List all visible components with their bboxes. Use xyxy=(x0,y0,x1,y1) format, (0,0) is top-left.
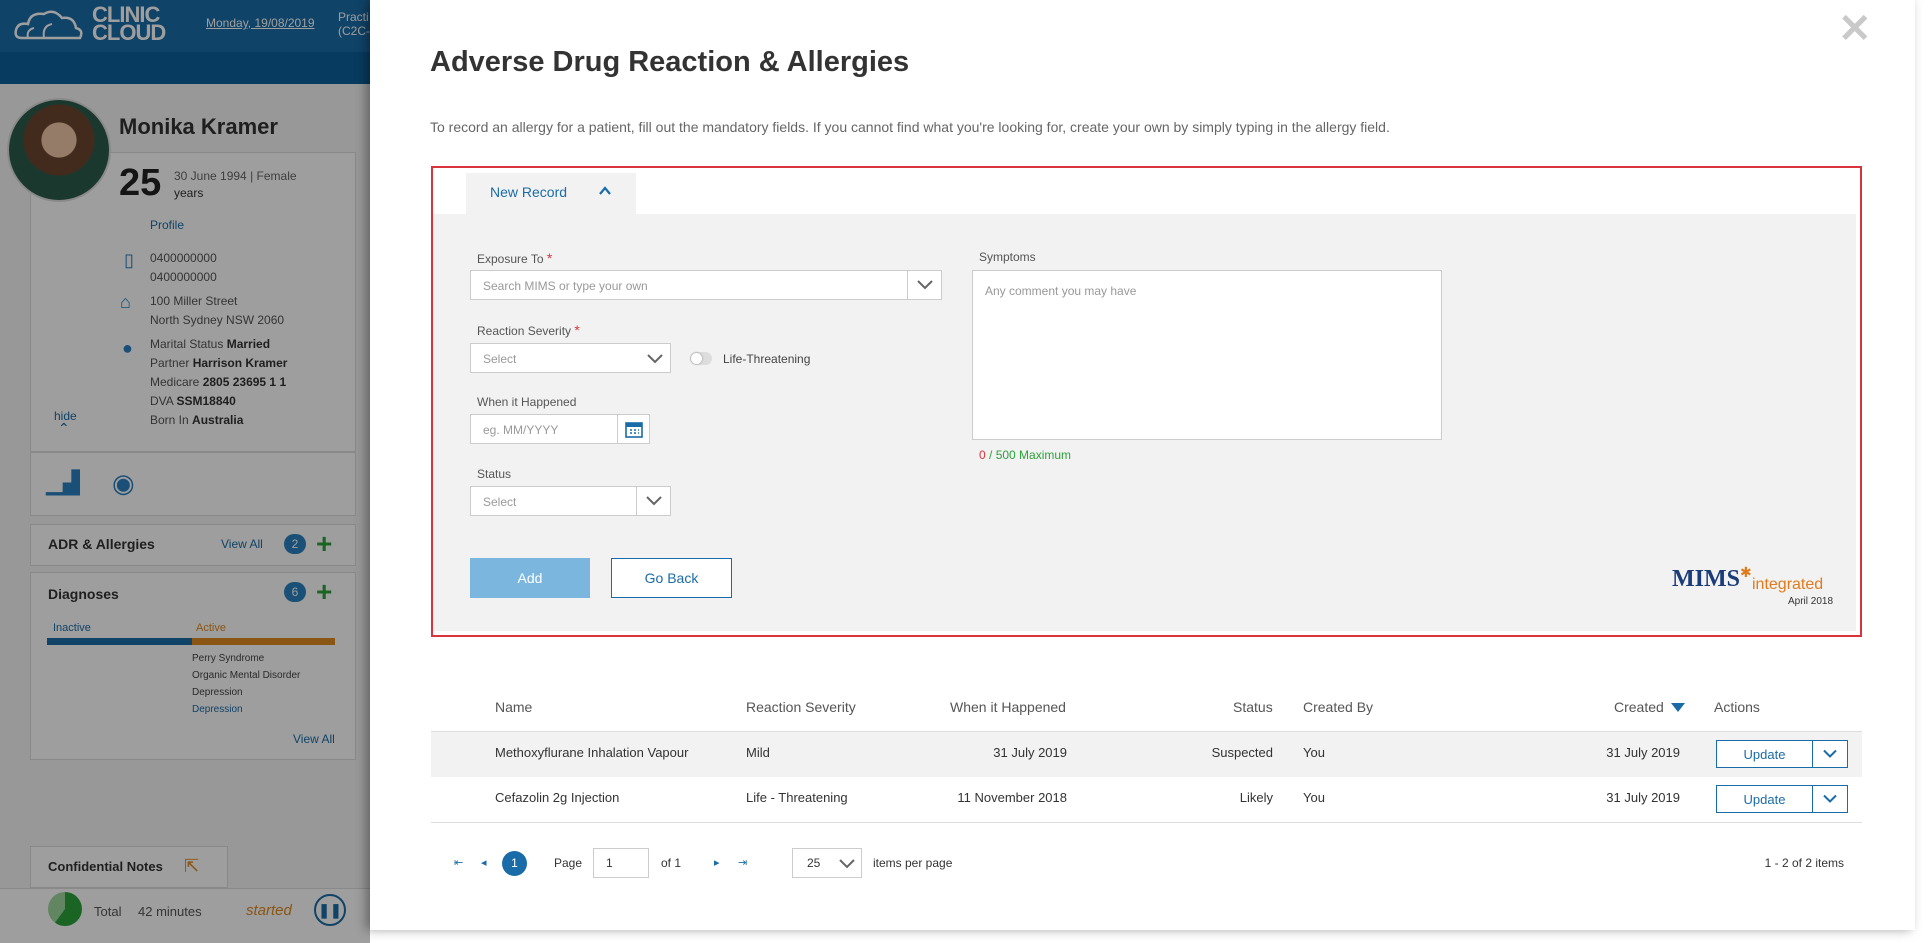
severity-label-text: Reaction Severity xyxy=(477,324,572,338)
mims-integrated: integrated xyxy=(1752,576,1824,593)
header-when[interactable]: When it Happened xyxy=(950,699,1066,715)
chevron-down-icon xyxy=(839,859,855,869)
current-page-button[interactable]: 1 xyxy=(502,851,527,876)
page-input[interactable]: 1 xyxy=(593,848,649,878)
go-back-button[interactable]: Go Back xyxy=(611,558,732,598)
chevron-down-icon xyxy=(645,496,662,506)
life-threatening-toggle[interactable] xyxy=(690,352,712,365)
cell-severity: Mild xyxy=(746,745,770,760)
update-button[interactable]: Update xyxy=(1716,740,1813,768)
mims-date: April 2018 xyxy=(1788,596,1834,607)
header-created-by[interactable]: Created By xyxy=(1303,699,1373,715)
cell-created-by: You xyxy=(1303,790,1325,805)
first-page-icon[interactable]: ⇤ xyxy=(454,856,463,869)
status-label: Status xyxy=(477,467,512,481)
header-status[interactable]: Status xyxy=(1233,699,1273,715)
chevron-down-icon xyxy=(1823,749,1837,758)
cell-created: 31 July 2019 xyxy=(1606,745,1680,760)
exposure-dropdown-button[interactable] xyxy=(907,271,941,299)
cell-created-by: You xyxy=(1303,745,1325,760)
exposure-input[interactable]: Search MIMS or type your own xyxy=(470,270,942,300)
chevron-down-icon xyxy=(1823,794,1837,803)
exposure-label: Exposure To * xyxy=(477,250,552,266)
modal-intro: To record an allergy for a patient, fill… xyxy=(430,119,1390,135)
cell-severity: Life - Threatening xyxy=(746,790,848,805)
items-summary: 1 - 2 of 2 items xyxy=(1764,856,1844,870)
update-dropdown-button[interactable] xyxy=(1812,785,1848,813)
when-label: When it Happened xyxy=(477,395,577,409)
last-page-icon[interactable]: ⇥ xyxy=(738,856,747,869)
severity-placeholder: Select xyxy=(483,352,517,366)
cell-name-link[interactable]: Cefazolin 2g Injection xyxy=(495,790,619,805)
cell-when: 11 November 2018 xyxy=(957,790,1067,805)
page-of-label: of 1 xyxy=(661,856,682,870)
update-button[interactable]: Update xyxy=(1716,785,1813,813)
status-placeholder: Select xyxy=(483,495,517,509)
update-dropdown-button[interactable] xyxy=(1812,740,1848,768)
header-created[interactable]: Created xyxy=(1614,699,1664,715)
symptoms-textarea[interactable]: Any comment you may have xyxy=(972,270,1442,440)
when-placeholder: eg. MM/YYYY xyxy=(483,423,559,437)
sort-desc-icon[interactable] xyxy=(1671,703,1685,712)
exposure-label-text: Exposure To xyxy=(477,252,544,266)
cell-status: Suspected xyxy=(1211,745,1273,760)
next-page-icon[interactable]: ▸ xyxy=(714,856,720,869)
chevron-up-icon[interactable] xyxy=(598,184,612,198)
life-threatening-label: Life-Threatening xyxy=(723,352,811,366)
items-per-page-value: 25 xyxy=(807,856,821,870)
close-icon[interactable]: ✕ xyxy=(1838,9,1872,49)
add-button[interactable]: Add xyxy=(470,558,590,598)
chevron-down-icon xyxy=(916,280,933,290)
chevron-down-icon xyxy=(647,354,663,364)
header-actions: Actions xyxy=(1714,699,1760,715)
mims-star-icon: ✱ xyxy=(1740,564,1752,580)
calendar-button[interactable] xyxy=(617,415,649,443)
when-input[interactable]: eg. MM/YYYY xyxy=(470,414,650,444)
counter-current: 0 xyxy=(979,448,986,462)
cell-created: 31 July 2019 xyxy=(1606,790,1680,805)
cell-when: 31 July 2019 xyxy=(993,745,1067,760)
required-mark: * xyxy=(546,250,553,266)
items-per-page-select[interactable]: 25 xyxy=(792,848,862,878)
tab-new-record-label[interactable]: New Record xyxy=(490,184,567,200)
modal-backdrop[interactable] xyxy=(0,0,370,943)
header-severity[interactable]: Reaction Severity xyxy=(746,699,856,715)
background-app: CLINIC CLOUD Monday, 19/08/2019 Practi (… xyxy=(0,0,370,943)
counter-max: / 500 Maximum xyxy=(989,448,1072,462)
status-dropdown-button[interactable] xyxy=(636,487,670,515)
items-per-page-label: items per page xyxy=(873,856,953,870)
required-mark: * xyxy=(574,322,580,338)
header-name[interactable]: Name xyxy=(495,699,532,715)
mims-logo: MIMS xyxy=(1672,566,1740,592)
cell-name: Methoxyflurane Inhalation Vapour xyxy=(495,745,689,760)
symptoms-placeholder: Any comment you may have xyxy=(985,284,1137,298)
symptoms-counter: 0 / 500 Maximum xyxy=(979,448,1071,462)
status-select[interactable]: Select xyxy=(470,486,671,516)
page-label: Page xyxy=(554,856,583,870)
calendar-icon xyxy=(624,422,643,438)
cell-status: Likely xyxy=(1239,790,1273,805)
exposure-placeholder: Search MIMS or type your own xyxy=(483,279,648,293)
severity-select[interactable]: Select xyxy=(470,343,671,373)
symptoms-label: Symptoms xyxy=(979,250,1036,264)
modal-title: Adverse Drug Reaction & Allergies xyxy=(430,46,910,78)
prev-page-icon[interactable]: ◂ xyxy=(481,856,487,869)
severity-label: Reaction Severity * xyxy=(477,322,580,338)
